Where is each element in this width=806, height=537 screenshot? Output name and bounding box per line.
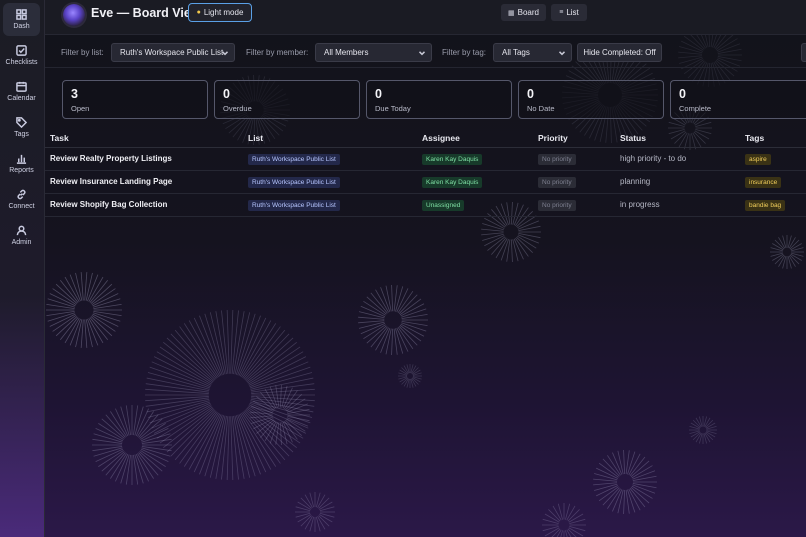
stat-value: 3 [71, 87, 78, 101]
column-header-status[interactable]: Status [620, 133, 646, 143]
sidebar-item-label: Dash [13, 23, 30, 30]
column-header-task[interactable]: Task [50, 133, 69, 143]
board-view-label: Board [517, 8, 539, 17]
table-row[interactable]: Review Realty Property Listings Ruth's W… [45, 148, 806, 171]
filter-member-select[interactable]: All Members [315, 43, 432, 62]
chevron-down-icon [558, 49, 566, 57]
user-icon [16, 225, 27, 236]
stat-card-due-today: 0 Due Today [366, 80, 512, 119]
stat-value: 0 [375, 87, 382, 101]
filter-bar: Filter by list: Ruth's Workspace Public … [45, 36, 806, 68]
sidebar-item-label: Tags [14, 131, 29, 138]
stat-label: Complete [679, 104, 712, 113]
list-badge: Ruth's Workspace Public List [248, 177, 340, 188]
list-icon: ≡ [559, 9, 564, 16]
sun-icon: ● [196, 9, 201, 16]
sidebar-item-label: Calendar [7, 95, 36, 102]
app-logo [63, 4, 85, 26]
board-icon: ▦ [508, 9, 515, 17]
task-title[interactable]: Review Insurance Landing Page [50, 177, 172, 186]
stat-label: Overdue [223, 104, 252, 113]
stat-value: 0 [223, 87, 230, 101]
filter-tag-value: All Tags [502, 48, 530, 57]
column-header-priority[interactable]: Priority [538, 133, 568, 143]
overflow-control[interactable] [801, 43, 806, 62]
checkbox-icon [16, 45, 27, 56]
stat-card-overdue: 0 Overdue [214, 80, 360, 119]
chevron-down-icon [221, 49, 229, 57]
tag-icon [16, 117, 27, 128]
status-text: high priority - to do [620, 154, 687, 163]
sidebar-item-calendar[interactable]: Calendar [3, 75, 40, 108]
priority-badge: No priority [538, 200, 576, 211]
task-title[interactable]: Review Realty Property Listings [50, 154, 172, 163]
list-badge: Ruth's Workspace Public List [248, 200, 340, 211]
filter-member-label: Filter by member: [246, 48, 309, 57]
stat-card-open: 3 Open [62, 80, 208, 119]
column-header-tags[interactable]: Tags [745, 133, 764, 143]
tag-badge: insurance [745, 177, 782, 188]
status-text: planning [620, 177, 651, 186]
list-view-label: List [566, 8, 579, 17]
sidebar-item-label: Connect [8, 203, 35, 210]
calendar-icon [16, 81, 27, 92]
filter-list-label: Filter by list: [61, 48, 104, 57]
bar-chart-icon [16, 154, 27, 164]
filter-tag-select[interactable]: All Tags [493, 43, 572, 62]
assignee-badge: Karen Kay Daquis [422, 154, 483, 165]
sidebar-item-dash[interactable]: Dash [3, 3, 40, 36]
stat-label: Open [71, 104, 90, 113]
list-badge: Ruth's Workspace Public List [248, 154, 340, 165]
tag-badge: aspire [745, 154, 771, 165]
stat-card-no-date: 0 No Date [518, 80, 664, 119]
priority-badge: No priority [538, 177, 576, 188]
status-text: in progress [620, 200, 660, 209]
table-row[interactable]: Review Shopify Bag Collection Ruth's Wor… [45, 194, 806, 217]
grid-icon [16, 9, 27, 20]
filter-list-value: Ruth's Workspace Public List [120, 48, 224, 57]
link-icon [17, 189, 26, 200]
stat-card-complete: 0 Complete [670, 80, 806, 119]
page-title: Eve — Board View [91, 6, 201, 20]
sidebar-item-connect[interactable]: Connect [3, 183, 40, 216]
tag-badge: bandie bag [745, 200, 786, 211]
sidebar-item-label: Admin [11, 239, 32, 246]
column-header-assignee[interactable]: Assignee [422, 133, 460, 143]
sidebar: Dash Checklists Calendar Tags Reports Co… [0, 0, 45, 537]
sidebar-item-reports[interactable]: Reports [3, 147, 40, 180]
filter-member-value: All Members [324, 48, 369, 57]
sidebar-item-label: Checklists [5, 59, 38, 66]
light-mode-label: Light mode [203, 8, 244, 17]
light-mode-button[interactable]: ● Light mode [188, 3, 252, 22]
board-view-button[interactable]: ▦ Board [501, 4, 546, 21]
filter-tag-label: Filter by tag: [442, 48, 487, 57]
stat-value: 0 [679, 87, 686, 101]
task-title[interactable]: Review Shopify Bag Collection [50, 200, 167, 209]
assignee-badge: Karen Kay Daquis [422, 177, 483, 188]
stat-label: No Date [527, 104, 555, 113]
chevron-down-icon [418, 49, 426, 57]
filter-list-select[interactable]: Ruth's Workspace Public List [111, 43, 235, 62]
assignee-badge: Unassigned [422, 200, 465, 211]
sidebar-item-label: Reports [9, 167, 34, 174]
hide-completed-toggle[interactable]: Hide Completed: Off [577, 43, 662, 62]
priority-badge: No priority [538, 154, 576, 165]
sidebar-item-tags[interactable]: Tags [3, 111, 40, 144]
list-view-button[interactable]: ≡ List [551, 4, 587, 21]
top-bar: Eve — Board View ● Light mode ▦ Board ≡ … [45, 0, 806, 35]
column-header-list[interactable]: List [248, 133, 263, 143]
sidebar-item-admin[interactable]: Admin [3, 219, 40, 252]
stat-label: Due Today [375, 104, 411, 113]
stat-value: 0 [527, 87, 534, 101]
sidebar-item-checklists[interactable]: Checklists [3, 39, 40, 72]
table-row[interactable]: Review Insurance Landing Page Ruth's Wor… [45, 171, 806, 194]
